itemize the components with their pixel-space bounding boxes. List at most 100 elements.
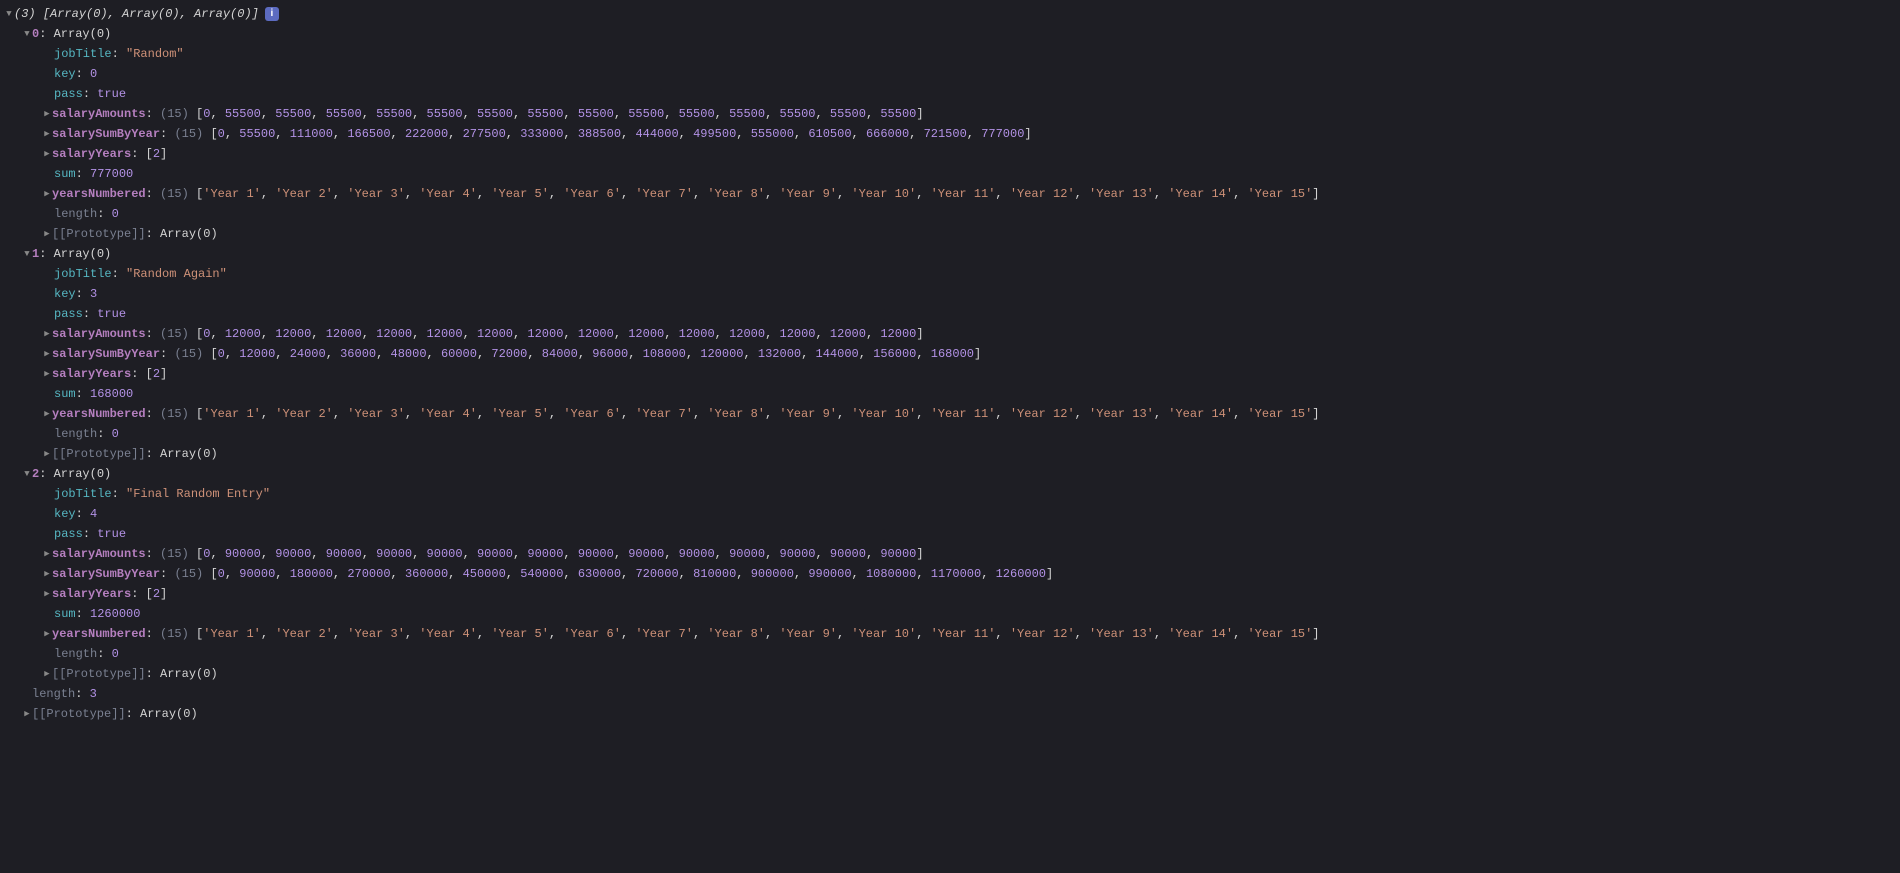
jobtitle-row: jobTitle : "Random Again" [0, 264, 1900, 284]
info-icon[interactable]: i [265, 7, 279, 21]
expand-toggle-icon[interactable] [42, 184, 52, 204]
jobtitle-key: jobTitle [54, 264, 112, 284]
expand-toggle-icon[interactable] [42, 584, 52, 604]
salaryamounts-row[interactable]: salaryAmounts : (15) [0, 12000, 12000, 1… [0, 324, 1900, 344]
sum-value: 1260000 [90, 604, 140, 624]
pass-key: pass [54, 304, 83, 324]
entry-prototype-row[interactable]: [[Prototype]] : Array(0) [0, 664, 1900, 684]
salaryamounts-key: salaryAmounts [52, 104, 146, 124]
entry-index: 1 [32, 244, 39, 264]
salarysumbyyear-row[interactable]: salarySumByYear : (15) [0, 55500, 111000… [0, 124, 1900, 144]
entry-header[interactable]: 1 : Array(0) [0, 244, 1900, 264]
expand-toggle-icon[interactable] [42, 404, 52, 424]
expand-toggle-icon[interactable] [42, 344, 52, 364]
expand-toggle-icon[interactable] [42, 564, 52, 584]
salaryyears-key: salaryYears [52, 364, 131, 384]
yearsnumbered-count: (15) [160, 624, 189, 644]
sum-row: sum : 1260000 [0, 604, 1900, 624]
salaryyears-row[interactable]: salaryYears : [2] [0, 584, 1900, 604]
salarysumbyyear-key: salarySumByYear [52, 344, 160, 364]
expand-toggle-icon[interactable] [42, 664, 52, 684]
entry-length-row: length : 0 [0, 644, 1900, 664]
salaryyears-row[interactable]: salaryYears : [2] [0, 364, 1900, 384]
expand-toggle-icon[interactable] [22, 704, 32, 724]
pass-row: pass : true [0, 84, 1900, 104]
prototype-label: [[Prototype]] [52, 664, 146, 684]
entry-type: Array(0) [54, 244, 112, 264]
salaryyears-value: [2] [146, 364, 168, 384]
salaryyears-row[interactable]: salaryYears : [2] [0, 144, 1900, 164]
salarysumbyyear-value: [0, 90000, 180000, 270000, 360000, 45000… [210, 564, 1053, 584]
key-value: 4 [90, 504, 97, 524]
salaryyears-key: salaryYears [52, 584, 131, 604]
expand-toggle-icon[interactable] [22, 244, 32, 264]
length-value: 0 [112, 424, 119, 444]
key-key: key [54, 504, 76, 524]
outer-prototype-row[interactable]: [[Prototype]] : Array(0) [0, 704, 1900, 724]
salaryyears-value: [2] [146, 584, 168, 604]
salaryamounts-count: (15) [160, 544, 189, 564]
jobtitle-row: jobTitle : "Final Random Entry" [0, 484, 1900, 504]
sum-key: sum [54, 164, 76, 184]
salarysumbyyear-row[interactable]: salarySumByYear : (15) [0, 90000, 180000… [0, 564, 1900, 584]
expand-toggle-icon[interactable] [42, 144, 52, 164]
jobtitle-value: "Final Random Entry" [126, 484, 270, 504]
salaryyears-value: [2] [146, 144, 168, 164]
sum-row: sum : 168000 [0, 384, 1900, 404]
yearsnumbered-value: ['Year 1', 'Year 2', 'Year 3', 'Year 4',… [196, 404, 1319, 424]
expand-toggle-icon[interactable] [42, 224, 52, 244]
jobtitle-row: jobTitle : "Random" [0, 44, 1900, 64]
expand-toggle-icon[interactable] [22, 24, 32, 44]
prototype-label: [[Prototype]] [52, 224, 146, 244]
yearsnumbered-value: ['Year 1', 'Year 2', 'Year 3', 'Year 4',… [196, 184, 1319, 204]
expand-toggle-icon[interactable] [42, 124, 52, 144]
sum-key: sum [54, 384, 76, 404]
jobtitle-value: "Random" [126, 44, 184, 64]
expand-toggle-icon[interactable] [42, 444, 52, 464]
salarysumbyyear-count: (15) [174, 124, 203, 144]
entry-header[interactable]: 2 : Array(0) [0, 464, 1900, 484]
salaryamounts-row[interactable]: salaryAmounts : (15) [0, 90000, 90000, 9… [0, 544, 1900, 564]
yearsnumbered-row[interactable]: yearsNumbered : (15) ['Year 1', 'Year 2'… [0, 624, 1900, 644]
expand-toggle-icon[interactable] [42, 544, 52, 564]
key-key: key [54, 284, 76, 304]
expand-toggle-icon[interactable] [22, 464, 32, 484]
pass-value: true [97, 304, 126, 324]
sum-key: sum [54, 604, 76, 624]
yearsnumbered-count: (15) [160, 404, 189, 424]
expand-toggle-icon[interactable] [42, 364, 52, 384]
yearsnumbered-row[interactable]: yearsNumbered : (15) ['Year 1', 'Year 2'… [0, 184, 1900, 204]
prototype-label: [[Prototype]] [52, 444, 146, 464]
entry-header[interactable]: 0 : Array(0) [0, 24, 1900, 44]
console-array-header[interactable]: (3) [Array(0), Array(0), Array(0)] i [0, 4, 1900, 24]
expand-toggle-icon[interactable] [42, 104, 52, 124]
yearsnumbered-row[interactable]: yearsNumbered : (15) ['Year 1', 'Year 2'… [0, 404, 1900, 424]
salarysumbyyear-key: salarySumByYear [52, 564, 160, 584]
length-label: length [32, 684, 75, 704]
pass-row: pass : true [0, 524, 1900, 544]
expand-toggle-icon[interactable] [42, 324, 52, 344]
salaryamounts-value: [0, 12000, 12000, 12000, 12000, 12000, 1… [196, 324, 924, 344]
entry-type: Array(0) [54, 464, 112, 484]
array-entry: 2 : Array(0) jobTitle : "Final Random En… [0, 464, 1900, 684]
array-entry: 0 : Array(0) jobTitle : "Random" key : 0… [0, 24, 1900, 244]
expand-toggle-icon[interactable] [4, 4, 14, 24]
entry-length-row: length : 0 [0, 424, 1900, 444]
salaryamounts-row[interactable]: salaryAmounts : (15) [0, 55500, 55500, 5… [0, 104, 1900, 124]
entry-prototype-row[interactable]: [[Prototype]] : Array(0) [0, 224, 1900, 244]
array-count: (3) [14, 4, 36, 24]
entry-index: 2 [32, 464, 39, 484]
jobtitle-key: jobTitle [54, 44, 112, 64]
key-row: key : 0 [0, 64, 1900, 84]
key-value: 3 [90, 284, 97, 304]
outer-length-row: length : 3 [0, 684, 1900, 704]
entry-prototype-row[interactable]: [[Prototype]] : Array(0) [0, 444, 1900, 464]
prototype-value: Array(0) [160, 444, 218, 464]
salarysumbyyear-row[interactable]: salarySumByYear : (15) [0, 12000, 24000,… [0, 344, 1900, 364]
salarysumbyyear-value: [0, 12000, 24000, 36000, 48000, 60000, 7… [210, 344, 981, 364]
array-summary: [Array(0), Array(0), Array(0)] [43, 4, 259, 24]
salaryyears-key: salaryYears [52, 144, 131, 164]
sum-value: 168000 [90, 384, 133, 404]
length-label: length [54, 204, 97, 224]
expand-toggle-icon[interactable] [42, 624, 52, 644]
